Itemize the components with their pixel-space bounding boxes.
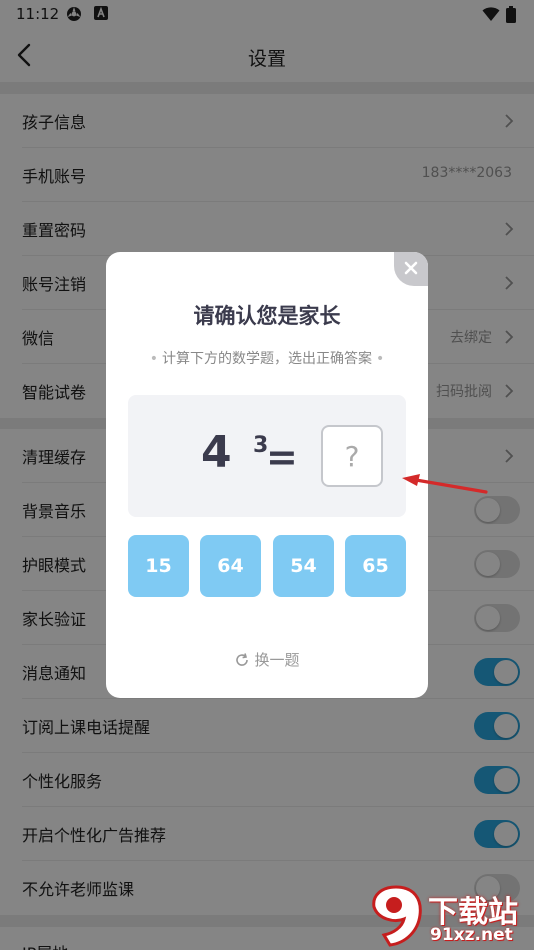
refresh-label: 换一题 (254, 651, 300, 669)
answer-slot: ? (321, 425, 383, 487)
answer-options: 15 64 54 65 (128, 535, 406, 597)
parent-verify-dialog: 请确认您是家长 • 计算下方的数学题，选出正确答案 • 4 3 = ? 15 64 … (106, 252, 428, 698)
option-button[interactable]: 54 (273, 535, 334, 597)
dialog-subtitle-text: 计算下方的数学题，选出正确答案 (162, 351, 372, 367)
equals-sign: = (266, 435, 298, 479)
answer-placeholder: ? (344, 440, 360, 473)
option-button[interactable]: 15 (128, 535, 189, 597)
refresh-question-button[interactable]: 换一题 (106, 649, 428, 670)
close-icon (404, 261, 418, 275)
annotation-arrow-icon (402, 474, 488, 494)
math-question: 4 3 = ? (128, 395, 406, 517)
watermark-logo-icon (372, 885, 422, 947)
watermark-url: 91xz.net (430, 925, 513, 945)
dialog-title: 请确认您是家长 (193, 304, 341, 328)
bullet-dot: • (149, 351, 158, 367)
dialog-subtitle: • 计算下方的数学题，选出正确答案 • (106, 348, 428, 368)
refresh-icon (236, 653, 249, 666)
option-button[interactable]: 64 (200, 535, 261, 597)
close-button[interactable] (394, 252, 428, 286)
option-button[interactable]: 65 (345, 535, 406, 597)
bullet-dot: • (376, 351, 385, 367)
question-base: 4 (201, 427, 232, 478)
watermark: 下载站 91xz.net (368, 885, 534, 950)
